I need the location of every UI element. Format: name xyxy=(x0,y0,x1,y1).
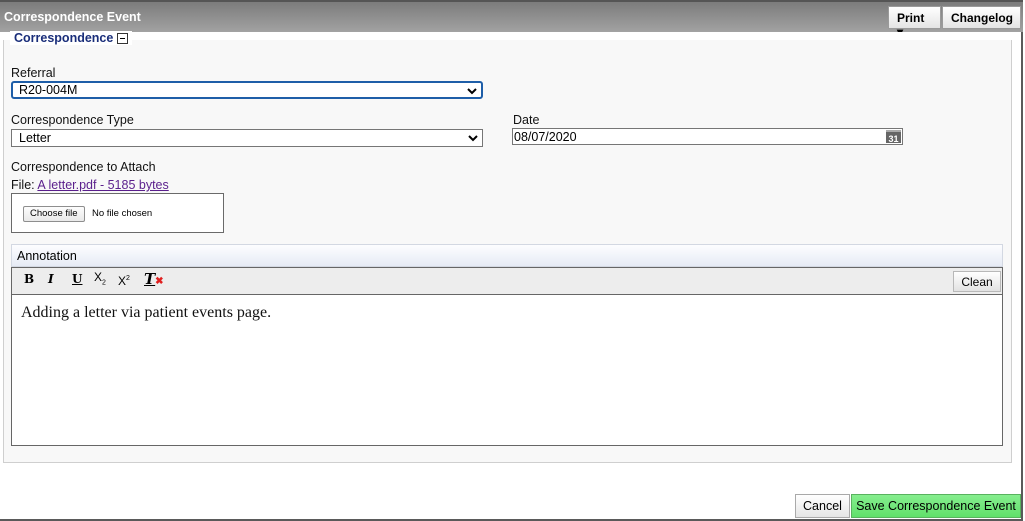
print-button[interactable]: Print ▾ xyxy=(888,6,941,39)
no-file-status: No file chosen xyxy=(92,208,153,219)
remove-format-icon: T xyxy=(144,270,156,288)
superscript-button[interactable]: X2 xyxy=(118,274,130,288)
subscript-button[interactable]: X2 xyxy=(94,270,106,286)
referral-label: Referral xyxy=(11,66,56,80)
correspondence-type-label: Correspondence Type xyxy=(11,113,134,127)
annotation-editor: B I U X2 X2 T✖ Clean Adding a letter via… xyxy=(11,267,1003,446)
choose-file-button[interactable]: Choose file xyxy=(23,206,85,222)
subscript-mark: 2 xyxy=(102,279,106,287)
annotation-label: Annotation xyxy=(17,249,77,263)
italic-button[interactable]: I xyxy=(48,272,54,286)
red-x-icon: ✖ xyxy=(155,276,164,287)
clean-button[interactable]: Clean xyxy=(953,271,1001,292)
attached-file-line: File: A letter.pdf - 5185 bytes xyxy=(11,178,169,192)
calendar-icon[interactable]: 31 xyxy=(886,130,901,144)
correspondence-type-select[interactable]: Letter xyxy=(11,129,483,147)
chevron-down-icon xyxy=(468,135,478,142)
save-correspondence-event-button[interactable]: Save Correspondence Event xyxy=(851,494,1021,518)
annotation-header: Annotation xyxy=(11,244,1003,267)
section-legend: Correspondence xyxy=(10,31,133,45)
remove-format-button[interactable]: T✖ xyxy=(144,270,164,288)
attach-label: Correspondence to Attach xyxy=(11,160,156,174)
date-input[interactable]: 08/07/2020 31 xyxy=(512,128,903,145)
editor-toolbar: B I U X2 X2 T✖ Clean xyxy=(12,268,1002,295)
underline-button[interactable]: U xyxy=(72,272,82,286)
attached-file-link[interactable]: A letter.pdf - 5185 bytes xyxy=(37,178,168,192)
title-bar: Correspondence Event Print ▾ Changelog xyxy=(0,0,1023,39)
dialog-title: Correspondence Event xyxy=(4,10,141,24)
referral-select[interactable]: R20-004M xyxy=(11,81,483,99)
correspondence-type-value: Letter xyxy=(19,131,51,145)
section-legend-label: Correspondence xyxy=(14,31,114,45)
file-prefix: File: xyxy=(11,178,38,192)
subscript-icon: X xyxy=(94,270,103,284)
collapse-icon[interactable] xyxy=(117,32,129,44)
legend-background xyxy=(3,32,1012,40)
bold-button[interactable]: B xyxy=(24,272,34,286)
chevron-down-icon xyxy=(467,88,477,95)
superscript-mark: 2 xyxy=(126,275,130,282)
changelog-button[interactable]: Changelog xyxy=(942,6,1021,29)
superscript-icon: X xyxy=(118,274,127,288)
date-value: 08/07/2020 xyxy=(514,130,577,144)
cancel-button[interactable]: Cancel xyxy=(795,494,850,518)
referral-value: R20-004M xyxy=(19,83,78,97)
annotation-text[interactable]: Adding a letter via patient events page. xyxy=(21,304,271,322)
file-upload-box: Choose file No file chosen xyxy=(11,193,224,233)
date-label: Date xyxy=(513,113,540,127)
